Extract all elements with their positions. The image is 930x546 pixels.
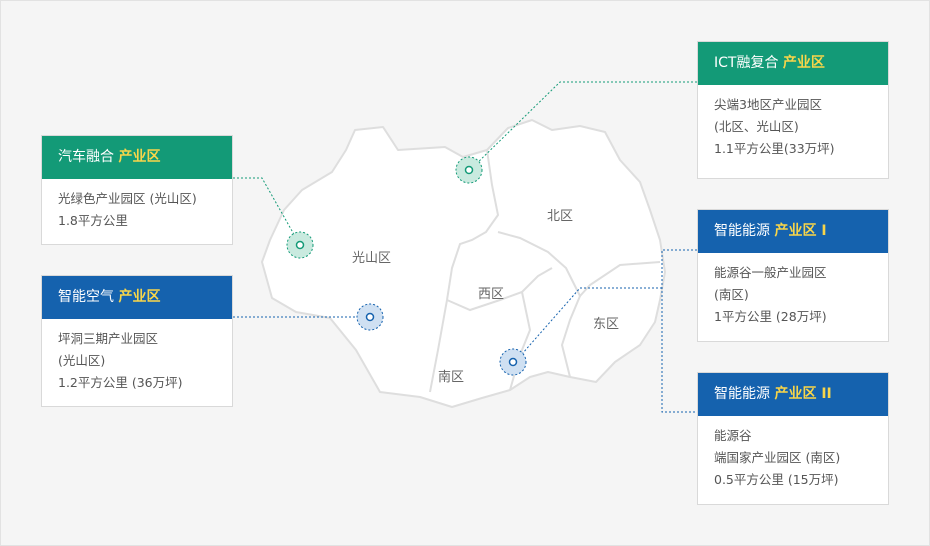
- card-ict-title-highlight: 产业区: [782, 55, 825, 71]
- card-energy2-industry-zone: 智能能源 产业区 II 能源谷 端国家产业园区 (南区) 0.5平方公里 (15…: [697, 372, 889, 505]
- card-energy1-industry-zone: 智能能源 产业区 I 能源谷一般产业园区 (南区) 1平方公里 (28万坪): [697, 209, 889, 342]
- card-air-line: (光山区): [58, 353, 106, 368]
- card-energy2-title-highlight: 产业区 II: [774, 386, 832, 402]
- leader-line-energy-connector: [661, 249, 697, 413]
- card-energy2-line: 能源谷: [714, 428, 752, 443]
- card-air-header: 智能空气 产业区: [42, 276, 232, 319]
- card-auto-title: 汽车融合: [58, 149, 114, 165]
- card-air-line: 坪洞三期产业园区: [58, 331, 159, 346]
- card-auto-industry-zone: 汽车融合 产业区 光绿色产业园区 (光山区) 1.8平方公里: [41, 135, 233, 245]
- card-energy2-line: 0.5平方公里 (15万坪): [714, 472, 839, 487]
- card-auto-body: 光绿色产业园区 (光山区) 1.8平方公里: [42, 179, 232, 241]
- marker-auto[interactable]: [286, 231, 314, 259]
- card-energy1-line: (南区): [714, 287, 749, 302]
- card-ict-body: 尖端3地区产业园区 (北区、光山区) 1.1平方公里(33万坪): [698, 85, 888, 169]
- district-label-nam: 南区: [438, 369, 464, 385]
- card-energy2-body: 能源谷 端国家产业园区 (南区) 0.5平方公里 (15万坪): [698, 416, 888, 500]
- card-energy1-body: 能源谷一般产业园区 (南区) 1平方公里 (28万坪): [698, 253, 888, 337]
- district-label-seo: 西区: [478, 287, 504, 302]
- card-energy1-line: 能源谷一般产业园区: [714, 265, 827, 280]
- marker-air[interactable]: [356, 303, 384, 331]
- card-auto-line: 1.8平方公里: [58, 213, 128, 228]
- card-ict-line: 1.1平方公里(33万坪): [714, 141, 835, 156]
- district-label-buk: 北区: [547, 209, 573, 224]
- card-air-title-highlight: 产业区: [118, 289, 161, 305]
- card-energy2-header: 智能能源 产业区 II: [698, 373, 888, 416]
- card-energy1-title: 智能能源: [714, 223, 770, 239]
- card-auto-title-highlight: 产业区: [118, 149, 161, 165]
- card-air-industry-zone: 智能空气 产业区 坪洞三期产业园区 (光山区) 1.2平方公里 (36万坪): [41, 275, 233, 407]
- card-energy1-header: 智能能源 产业区 I: [698, 210, 888, 253]
- card-energy1-title-highlight: 产业区 I: [774, 223, 827, 239]
- district-label-gwangsan: 光山区: [352, 251, 391, 266]
- card-air-title: 智能空气: [58, 289, 114, 305]
- marker-energy[interactable]: [499, 348, 527, 376]
- card-ict-line: (北区、光山区): [714, 119, 799, 134]
- card-air-body: 坪洞三期产业园区 (光山区) 1.2平方公里 (36万坪): [42, 319, 232, 403]
- card-energy1-line: 1平方公里 (28万坪): [714, 309, 827, 324]
- card-ict-title: ICT融复合: [714, 55, 779, 71]
- card-ict-line: 尖端3地区产业园区: [714, 97, 822, 112]
- card-auto-header: 汽车融合 产业区: [42, 136, 232, 179]
- marker-ict[interactable]: [455, 156, 483, 184]
- card-auto-line: 光绿色产业园区 (光山区): [58, 191, 197, 206]
- district-label-dong: 东区: [593, 317, 619, 332]
- card-air-line: 1.2平方公里 (36万坪): [58, 375, 183, 390]
- card-ict-industry-zone: ICT融复合 产业区 尖端3地区产业园区 (北区、光山区) 1.1平方公里(33…: [697, 41, 889, 179]
- card-energy2-title: 智能能源: [714, 386, 770, 402]
- card-energy2-line: 端国家产业园区 (南区): [714, 450, 841, 465]
- card-ict-header: ICT融复合 产业区: [698, 42, 888, 85]
